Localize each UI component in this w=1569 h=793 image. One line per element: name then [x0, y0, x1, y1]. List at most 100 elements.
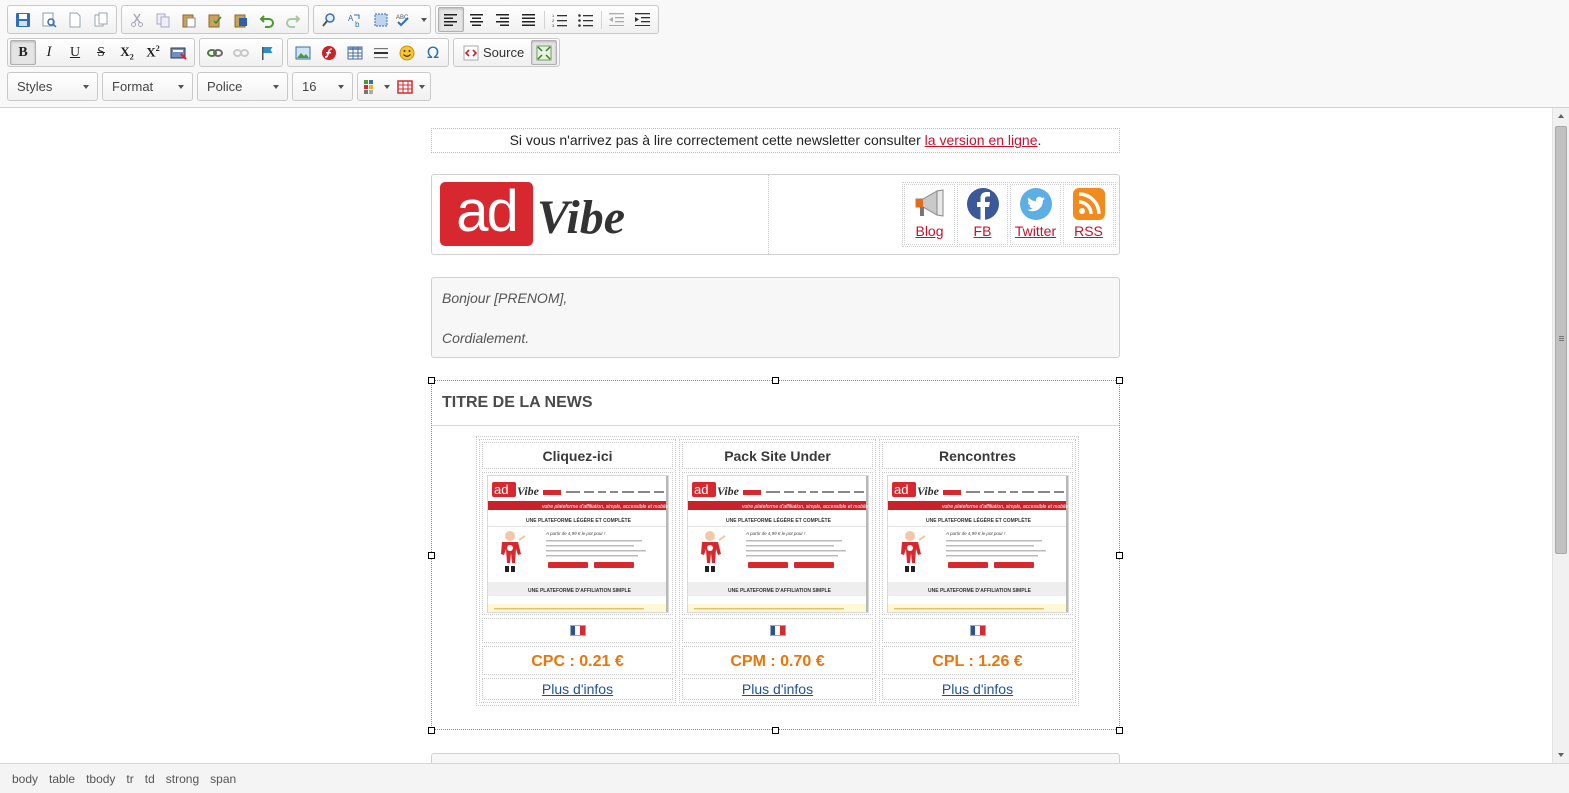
offer-name: Cliquez-ici: [482, 442, 673, 469]
notice-end: .: [1037, 132, 1042, 148]
paste-icon[interactable]: [176, 7, 202, 32]
social-link-twitter[interactable]: Twitter: [1015, 223, 1056, 239]
styles-combo[interactable]: Styles: [7, 72, 98, 101]
document-group: [7, 5, 117, 34]
offer-screenshot[interactable]: ad Vibe votre plateforme d'affiliation, …: [886, 474, 1069, 613]
more-info-link[interactable]: Plus d'infos: [942, 681, 1013, 697]
templates-icon[interactable]: [88, 7, 114, 32]
path-item-span[interactable]: span: [210, 772, 236, 786]
facebook-icon: [966, 188, 999, 220]
resize-handle-bottom[interactable]: [772, 727, 779, 734]
preview-icon[interactable]: [36, 7, 62, 32]
numbered-list-icon[interactable]: 123: [547, 7, 573, 32]
bold-icon[interactable]: B: [10, 40, 36, 65]
element-path-bar: body table tbody tr td strong span: [0, 763, 1569, 793]
social-links: Blog FB Twitter RSS: [902, 182, 1116, 247]
greeting-box[interactable]: Bonjour [PRENOM], Cordialement.: [431, 277, 1120, 358]
font-size-combo[interactable]: 16: [292, 72, 353, 101]
resize-handle-left[interactable]: [428, 552, 435, 559]
image-icon[interactable]: [290, 40, 316, 65]
outdent-icon[interactable]: [604, 7, 630, 32]
justify-icon[interactable]: [516, 7, 542, 32]
scroll-down-icon[interactable]: [1558, 753, 1564, 757]
svg-text:ad: ad: [494, 482, 508, 497]
copy-icon[interactable]: [150, 7, 176, 32]
toolbar-row-2: B I U S X2 X2 Ω Source: [7, 38, 561, 67]
special-char-icon[interactable]: Ω: [420, 40, 446, 65]
paste-text-icon[interactable]: [202, 7, 228, 32]
news-title: TITRE DE LA NEWS: [432, 381, 1119, 426]
social-link-blog[interactable]: Blog: [915, 223, 943, 239]
resize-handle-bottom-right[interactable]: [1116, 727, 1123, 734]
select-all-icon[interactable]: [368, 7, 394, 32]
align-right-icon[interactable]: [490, 7, 516, 32]
link-icon[interactable]: [202, 40, 228, 65]
font-combo[interactable]: Police: [197, 72, 288, 101]
new-page-icon[interactable]: [62, 7, 88, 32]
bulleted-list-icon[interactable]: [573, 7, 599, 32]
maximize-icon[interactable]: [531, 40, 558, 65]
offer-screenshot[interactable]: ad Vibe votre plateforme d'affiliation, …: [686, 474, 869, 613]
resize-handle-right[interactable]: [1116, 552, 1123, 559]
paste-word-icon[interactable]: [228, 7, 254, 32]
horizontal-rule-icon[interactable]: [368, 40, 394, 65]
online-version-notice: Si vous n'arrivez pas à lire correctemen…: [431, 128, 1120, 153]
advibe-logo: ad Vibe: [440, 182, 625, 246]
scroll-up-icon[interactable]: [1558, 114, 1564, 118]
more-info-link[interactable]: Plus d'infos: [542, 681, 613, 697]
screenshot-heading: UNE PLATEFORME LÉGÈRE ET COMPLÈTE: [926, 516, 1032, 524]
source-label: Source: [483, 45, 525, 60]
align-left-icon[interactable]: [438, 7, 464, 32]
logo-ad-mark: ad: [440, 182, 533, 246]
social-link-fb[interactable]: FB: [974, 223, 992, 239]
path-item-td[interactable]: td: [145, 772, 155, 786]
path-item-tbody[interactable]: tbody: [86, 772, 115, 786]
align-center-icon[interactable]: [464, 7, 490, 32]
online-version-link[interactable]: la version en ligne: [925, 132, 1038, 148]
alignment-group: 123: [435, 5, 659, 34]
redo-icon[interactable]: [280, 7, 306, 32]
editing-area[interactable]: Si vous n'arrivez pas à lire correctemen…: [0, 108, 1569, 763]
strikethrough-icon[interactable]: S: [88, 40, 114, 65]
save-icon[interactable]: [10, 7, 36, 32]
find-icon[interactable]: [316, 7, 342, 32]
more-info-link[interactable]: Plus d'infos: [742, 681, 813, 697]
italic-icon[interactable]: I: [36, 40, 62, 65]
chevron-down-icon: [338, 84, 344, 89]
path-item-table[interactable]: table: [49, 772, 75, 786]
anchor-icon[interactable]: [254, 40, 280, 65]
source-button[interactable]: Source: [456, 40, 531, 65]
spellcheck-icon[interactable]: ABC: [394, 7, 428, 32]
path-item-tr[interactable]: tr: [126, 772, 133, 786]
screenshot-heading: UNE PLATEFORME LÉGÈRE ET COMPLÈTE: [526, 516, 632, 524]
cut-icon[interactable]: [124, 7, 150, 32]
remove-format-icon[interactable]: [166, 40, 192, 65]
unlink-icon[interactable]: [228, 40, 254, 65]
path-item-strong[interactable]: strong: [166, 772, 199, 786]
news-table-selected[interactable]: TITRE DE LA NEWS Cliquez-ici ad Vibe vot…: [428, 377, 1123, 734]
underline-icon[interactable]: U: [62, 40, 88, 65]
basic-style-group: B I U S X2 X2: [7, 38, 195, 67]
format-combo[interactable]: Format: [102, 72, 193, 101]
offer-more-cell: Plus d'infos: [682, 678, 873, 700]
subscript-icon[interactable]: X2: [114, 40, 140, 65]
table-grid-icon[interactable]: [394, 74, 428, 99]
replace-icon[interactable]: Ab: [342, 7, 368, 32]
vertical-scrollbar[interactable]: [1552, 108, 1569, 763]
source-group: Source: [453, 38, 561, 67]
social-link-rss[interactable]: RSS: [1074, 223, 1103, 239]
color-grid-icon[interactable]: [360, 74, 394, 99]
superscript-icon[interactable]: X2: [140, 40, 166, 65]
table-icon[interactable]: [342, 40, 368, 65]
indent-icon[interactable]: [630, 7, 656, 32]
offer-screenshot[interactable]: ad Vibe votre plateforme d'affiliation, …: [486, 474, 669, 613]
resize-handle-bottom-left[interactable]: [428, 727, 435, 734]
flash-icon[interactable]: [316, 40, 342, 65]
scrollbar-thumb[interactable]: [1555, 126, 1567, 554]
undo-icon[interactable]: [254, 7, 280, 32]
smiley-icon[interactable]: [394, 40, 420, 65]
clipboard-group: [121, 5, 309, 34]
path-item-body[interactable]: body: [12, 772, 38, 786]
offers-table: Cliquez-ici ad Vibe votre plateforme d'a…: [476, 436, 1079, 706]
editor-toolbar: Ab ABC 123 B I U S X2 X2 Ω Source Styles…: [0, 0, 1569, 108]
